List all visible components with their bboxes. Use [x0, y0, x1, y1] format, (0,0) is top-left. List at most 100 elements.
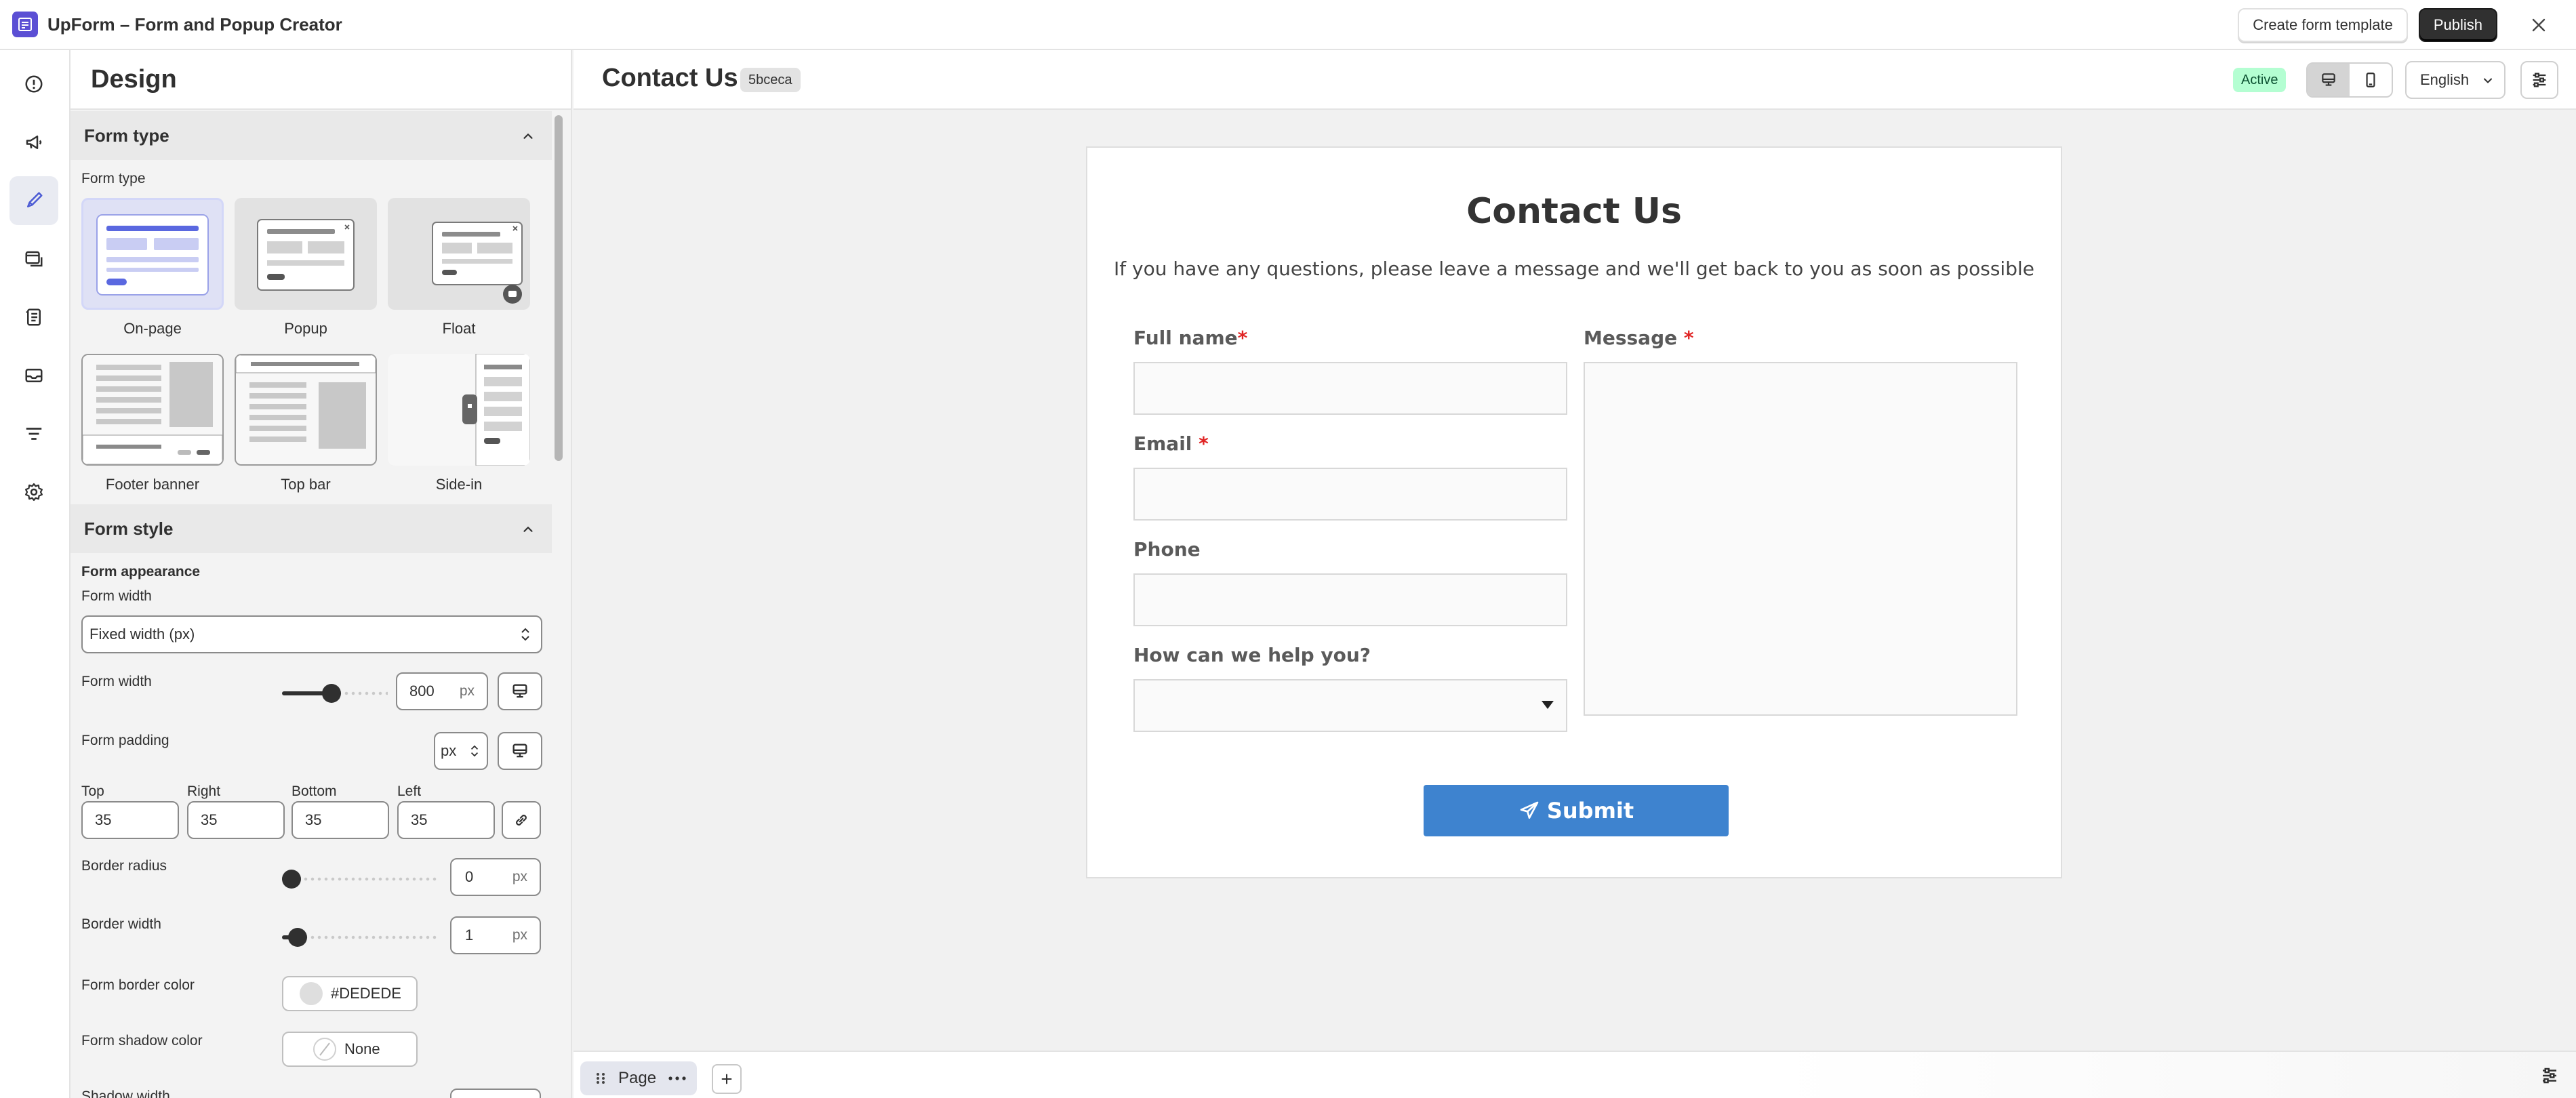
form-type-top-bar-label: Top bar [281, 476, 331, 493]
border-radius-input[interactable]: 0 px [450, 858, 541, 896]
border-width-label: Border width [81, 916, 161, 932]
publish-button[interactable]: Publish [2418, 8, 2497, 42]
full-name-label: Full name* [1133, 327, 1247, 349]
form-width-value: 800 [409, 683, 435, 699]
float-thumbnail-icon [432, 222, 523, 304]
form-type-on-page-card[interactable] [81, 198, 224, 310]
slider-knob[interactable] [282, 870, 301, 889]
chevron-up-icon [521, 127, 536, 148]
form-border-color-button[interactable]: #DEDEDE [282, 976, 418, 1011]
form-preview[interactable]: Contact Us If you have any questions, pl… [1086, 146, 2062, 878]
desktop-icon [2322, 73, 2335, 86]
top-bar-thumbnail-icon [236, 355, 376, 464]
border-radius-slider[interactable] [282, 870, 439, 889]
form-width-unit: px [459, 683, 475, 699]
email-input[interactable] [1133, 468, 1567, 521]
message-label: Message * [1584, 327, 1694, 349]
form-style-section-header[interactable]: Form style [71, 504, 552, 553]
slider-knob[interactable] [322, 684, 342, 703]
no-color-swatch-icon [313, 1038, 336, 1061]
form-type-section-header[interactable]: Form type [71, 111, 552, 160]
app-top-bar: UpForm – Form and Popup Creator Create f… [0, 0, 2576, 50]
form-style-section-title: Form style [84, 518, 174, 539]
settings-toggle-icon[interactable] [2539, 1065, 2560, 1089]
filter-icon[interactable] [9, 409, 58, 458]
form-type-float-label: Float [442, 320, 476, 337]
padding-right-label: Right [187, 784, 221, 799]
padding-desktop-device-button[interactable] [498, 732, 542, 770]
submit-label: Submit [1546, 798, 1634, 824]
device-toggle-group [2306, 62, 2393, 98]
page-tab[interactable]: Page [580, 1061, 697, 1095]
phone-input[interactable] [1133, 573, 1567, 626]
language-select[interactable]: English [2405, 61, 2505, 99]
gear-icon[interactable] [9, 468, 58, 516]
form-type-top-bar-card[interactable] [235, 354, 377, 466]
brush-icon[interactable] [9, 176, 58, 225]
padding-top-input[interactable]: 35 [81, 801, 179, 839]
select-arrows-icon [519, 625, 531, 648]
padding-bottom-input[interactable]: 35 [291, 801, 389, 839]
info-icon[interactable] [9, 60, 58, 108]
padding-right-input[interactable]: 35 [187, 801, 285, 839]
link-padding-button[interactable] [502, 801, 541, 839]
footer-banner-thumbnail-icon [83, 355, 222, 464]
padding-unit-value: px [441, 742, 457, 759]
form-type-footer-banner-label: Footer banner [105, 476, 200, 493]
mobile-view-button[interactable] [2350, 64, 2392, 96]
settings-toggle-icon [2533, 73, 2546, 87]
full-name-input[interactable] [1133, 362, 1567, 415]
form-width-input[interactable]: 800 px [396, 672, 488, 710]
sidebar-scrollbar[interactable] [555, 115, 563, 461]
form-shadow-color-value: None [344, 1040, 380, 1057]
form-title: Contact Us [1466, 191, 1682, 232]
padding-left-input[interactable]: 35 [397, 801, 495, 839]
form-type-side-in-label: Side-in [435, 476, 483, 493]
layout-icon[interactable] [9, 235, 58, 283]
desktop-view-button[interactable] [2308, 64, 2350, 96]
form-type-side-in-card[interactable] [388, 354, 530, 466]
left-icon-rail [0, 50, 71, 1098]
form-type-footer-banner-card[interactable] [81, 354, 224, 466]
drag-handle-icon[interactable] [594, 1070, 607, 1086]
add-page-button[interactable] [712, 1064, 742, 1094]
create-form-template-button[interactable]: Create form template [2238, 8, 2408, 42]
help-select[interactable] [1133, 679, 1567, 732]
send-icon [1520, 801, 1539, 819]
border-width-slider[interactable] [282, 928, 439, 947]
form-width-slider[interactable] [282, 684, 388, 703]
megaphone-icon[interactable] [9, 118, 58, 167]
dropdown-arrow-icon [1542, 701, 1554, 709]
canvas-settings-button[interactable] [2520, 61, 2558, 99]
message-textarea[interactable] [1584, 362, 2017, 716]
shadow-width-input[interactable] [450, 1089, 541, 1098]
padding-unit-select[interactable]: px [434, 732, 488, 770]
form-type-on-page-label: On-page [123, 320, 182, 337]
link-icon [516, 815, 527, 826]
on-page-thumbnail-icon [96, 214, 209, 296]
border-radius-label: Border radius [81, 858, 167, 874]
required-mark: * [1199, 432, 1209, 455]
border-width-input[interactable]: 1 px [450, 916, 541, 954]
side-in-thumbnail-icon [388, 354, 530, 466]
slider-knob[interactable] [288, 928, 308, 947]
padding-top-label: Top [81, 784, 104, 799]
list-icon[interactable] [9, 293, 58, 342]
form-width-mode-label: Form width [81, 588, 152, 604]
close-icon[interactable] [2522, 8, 2556, 42]
desktop-device-button[interactable] [498, 672, 542, 710]
mobile-icon [2366, 73, 2375, 87]
form-type-popup-card[interactable] [235, 198, 377, 310]
required-mark: * [1683, 327, 1694, 349]
required-mark: * [1237, 327, 1248, 349]
more-icon[interactable] [667, 1075, 687, 1082]
phone-label: Phone [1133, 538, 1201, 561]
submit-button[interactable]: Submit [1424, 785, 1729, 836]
form-shadow-color-button[interactable]: None [282, 1032, 418, 1067]
form-padding-label: Form padding [81, 733, 169, 748]
form-type-float-card[interactable] [388, 198, 530, 310]
app-logo-icon [12, 12, 38, 37]
app-title: UpForm – Form and Popup Creator [47, 14, 342, 35]
mail-icon[interactable] [9, 351, 58, 400]
form-width-mode-select[interactable]: Fixed width (px) [81, 615, 542, 653]
